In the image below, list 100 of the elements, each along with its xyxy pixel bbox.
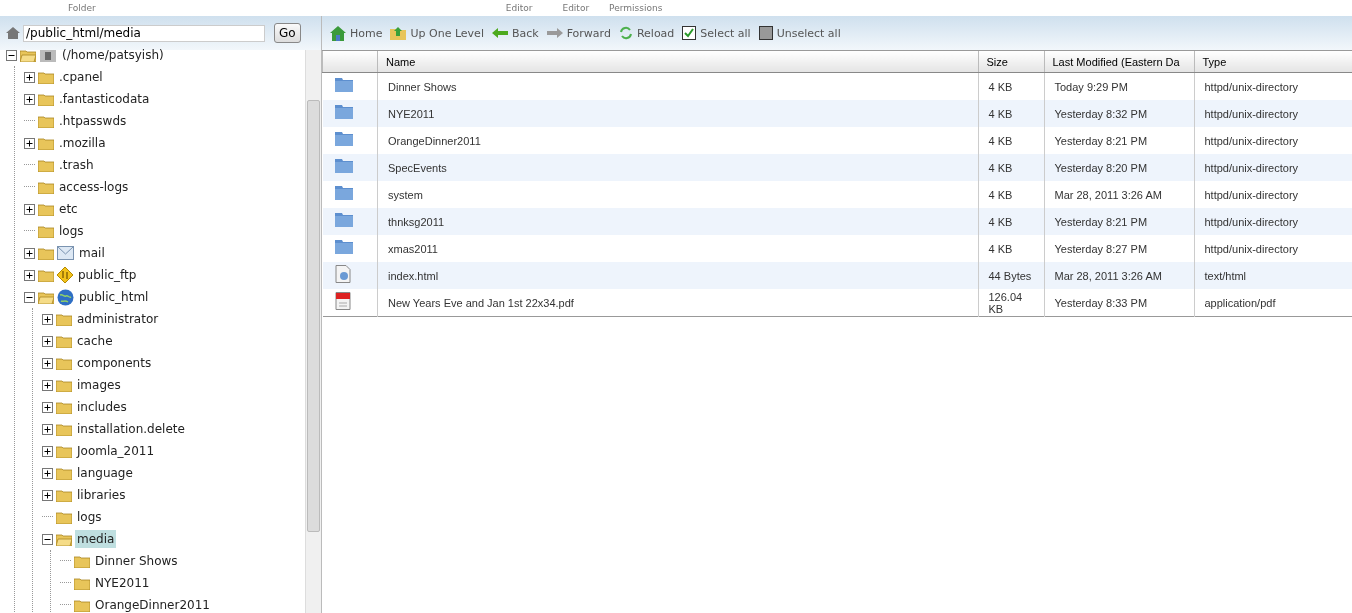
collapse-toggle[interactable] bbox=[42, 533, 53, 545]
column-header[interactable]: Name bbox=[377, 51, 978, 73]
expand-toggle[interactable] bbox=[24, 269, 35, 281]
left-arrow-icon bbox=[491, 28, 508, 38]
tree-item[interactable]: language bbox=[75, 464, 135, 482]
expand-toggle[interactable] bbox=[42, 357, 53, 369]
expand-toggle[interactable] bbox=[42, 379, 53, 391]
tree-item[interactable]: .htpasswds bbox=[57, 112, 129, 130]
go-button[interactable]: Go bbox=[274, 23, 301, 43]
folder-icon bbox=[74, 554, 90, 568]
tree-item[interactable]: mail bbox=[77, 244, 107, 262]
menu-label[interactable]: Folder bbox=[68, 3, 96, 13]
expand-toggle[interactable] bbox=[42, 313, 53, 325]
folder-icon bbox=[56, 334, 72, 348]
folder-icon bbox=[38, 136, 54, 150]
expand-toggle[interactable] bbox=[42, 401, 53, 413]
folder-up-arrow-icon bbox=[390, 26, 407, 40]
folder-icon bbox=[334, 77, 353, 92]
tree-item[interactable]: cache bbox=[75, 332, 115, 350]
envelope-icon bbox=[57, 246, 74, 260]
folder-icon bbox=[38, 158, 54, 172]
reload-icon bbox=[618, 26, 633, 40]
tree-item[interactable]: NYE2011 bbox=[93, 574, 152, 592]
expand-toggle[interactable] bbox=[42, 467, 53, 479]
folder-icon bbox=[56, 488, 72, 502]
tree-item[interactable]: libraries bbox=[75, 486, 128, 504]
path-field[interactable]: /public_html/media bbox=[23, 24, 265, 42]
expand-toggle[interactable] bbox=[42, 489, 53, 501]
menu-label[interactable]: Editor bbox=[562, 3, 590, 13]
header-cell bbox=[322, 51, 378, 73]
column-header[interactable]: Size bbox=[978, 51, 1044, 73]
open-folder-icon bbox=[20, 48, 36, 62]
tree-item[interactable]: public_ftp bbox=[76, 266, 139, 284]
tree-item[interactable]: installation.delete bbox=[75, 420, 187, 438]
expand-toggle[interactable] bbox=[42, 423, 53, 435]
scrollbar[interactable] bbox=[305, 50, 321, 613]
collapse-toggle[interactable] bbox=[24, 291, 35, 303]
table-cell: Yesterday 8:33 PM bbox=[1044, 289, 1194, 317]
tree-item[interactable]: Joomla_2011 bbox=[75, 442, 157, 460]
expand-toggle[interactable] bbox=[42, 335, 53, 347]
tree-item[interactable]: Dinner Shows bbox=[93, 552, 180, 570]
expand-toggle[interactable] bbox=[24, 93, 35, 105]
folder-icon bbox=[56, 466, 72, 480]
tree-item[interactable]: access-logs bbox=[57, 178, 131, 196]
expand-toggle[interactable] bbox=[24, 247, 35, 259]
folder-icon bbox=[334, 212, 353, 227]
table-cell: application/pdf bbox=[1194, 289, 1352, 317]
folder-icon bbox=[56, 444, 72, 458]
folder-icon bbox=[38, 70, 54, 84]
folder-icon bbox=[74, 576, 90, 590]
folder-icon bbox=[56, 378, 72, 392]
tree-item[interactable]: .fantasticodata bbox=[57, 90, 152, 108]
folder-icon bbox=[38, 246, 54, 260]
tree-item[interactable]: includes bbox=[75, 398, 129, 416]
tree-item[interactable]: .trash bbox=[57, 156, 96, 174]
expand-toggle[interactable] bbox=[24, 203, 35, 215]
menu-label[interactable]: Editor bbox=[505, 3, 533, 13]
folder-icon bbox=[334, 185, 353, 200]
table-cell: New Years Eve and Jan 1st 22x34.pdf bbox=[377, 289, 978, 317]
folder-icon bbox=[56, 422, 72, 436]
toolbar-button[interactable]: Reload bbox=[618, 26, 675, 40]
folder-icon bbox=[38, 224, 54, 238]
tree-item[interactable]: public_html bbox=[77, 288, 151, 306]
tree-item[interactable]: images bbox=[75, 376, 123, 394]
empty-box-icon bbox=[758, 26, 773, 40]
tree-item[interactable]: .cpanel bbox=[57, 68, 105, 86]
right-arrow-icon bbox=[546, 28, 563, 38]
tree-item[interactable]: OrangeDinner2011 bbox=[93, 596, 212, 613]
toolbar-button[interactable]: Home bbox=[330, 25, 383, 41]
tree-item[interactable]: .mozilla bbox=[57, 134, 108, 152]
tree-item[interactable]: logs bbox=[57, 222, 86, 240]
menu-label[interactable]: Permissions bbox=[609, 3, 663, 13]
checked-box-icon bbox=[682, 26, 697, 40]
toolbar-button[interactable]: Select all bbox=[682, 26, 751, 40]
tree-item[interactable]: etc bbox=[57, 200, 80, 218]
folder-icon bbox=[38, 180, 54, 194]
folder-icon bbox=[334, 131, 353, 146]
tree-item[interactable]: (/home/patsyish) bbox=[60, 46, 166, 64]
expand-toggle[interactable] bbox=[42, 445, 53, 457]
collapse-toggle[interactable] bbox=[6, 49, 17, 61]
table-cell: 126.04 KB bbox=[978, 289, 1044, 317]
tree-item[interactable]: administrator bbox=[75, 310, 161, 328]
tree-item[interactable]: components bbox=[75, 354, 154, 372]
column-header[interactable]: Last Modified (Eastern Da bbox=[1044, 51, 1194, 73]
folder-icon bbox=[334, 239, 353, 254]
column-header[interactable]: Type bbox=[1194, 51, 1352, 73]
toolbar-button[interactable]: Back bbox=[491, 26, 539, 40]
tree-item[interactable]: media bbox=[75, 530, 117, 548]
expand-toggle[interactable] bbox=[24, 71, 35, 83]
toolbar-button[interactable]: Unselect all bbox=[758, 26, 841, 40]
toolbar-button[interactable]: Up One Level bbox=[390, 26, 484, 40]
folder-icon bbox=[38, 92, 54, 106]
globe-icon bbox=[57, 288, 74, 306]
folder-icon bbox=[334, 158, 353, 173]
home-icon bbox=[6, 27, 20, 39]
toolbar-button[interactable]: Forward bbox=[546, 26, 611, 40]
tree-item[interactable]: logs bbox=[75, 508, 104, 526]
folder-icon bbox=[74, 598, 90, 612]
folder-icon bbox=[38, 268, 54, 282]
expand-toggle[interactable] bbox=[24, 137, 35, 149]
